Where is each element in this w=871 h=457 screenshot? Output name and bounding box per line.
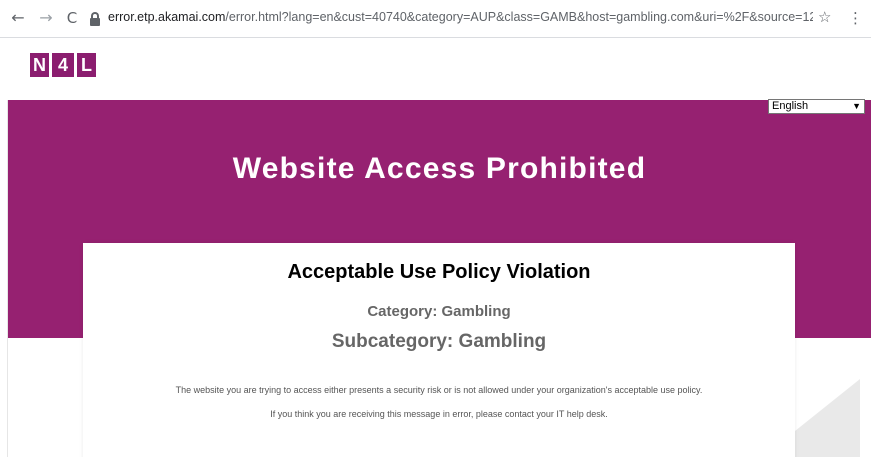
page-title: Website Access Prohibited xyxy=(232,152,647,185)
address-bar[interactable]: error.etp.akamai.com/error.html?lang=en&… xyxy=(88,5,848,33)
n4l-logo: N 4 L xyxy=(30,53,99,79)
security-risk-message: The website you are trying to access eit… xyxy=(175,385,703,395)
dropdown-arrow-icon: ▼ xyxy=(852,101,861,111)
forward-arrow-icon[interactable]: → xyxy=(36,8,56,28)
left-border xyxy=(0,100,8,457)
browser-toolbar: ← → C error.etp.akamai.com/error.html?la… xyxy=(0,0,871,38)
language-select[interactable]: English ▼ xyxy=(768,99,865,114)
language-selected-value: English xyxy=(772,100,809,112)
kebab-menu-icon[interactable]: ⋮ xyxy=(848,8,863,28)
url-host: error.etp.akamai.com xyxy=(108,10,226,24)
error-page: N 4 L English ▼ Website Access Prohibite… xyxy=(0,39,871,457)
url-text[interactable]: error.etp.akamai.com/error.html?lang=en&… xyxy=(108,10,813,24)
back-arrow-icon[interactable]: ← xyxy=(8,8,28,28)
logo-letter-n: N xyxy=(30,53,49,77)
url-path: /error.html?lang=en&cust=40740&category=… xyxy=(225,10,813,24)
bookmark-star-icon[interactable]: ☆ xyxy=(818,8,831,26)
help-desk-message: If you think you are receiving this mess… xyxy=(270,409,608,419)
reload-icon[interactable]: C xyxy=(62,8,82,28)
category-label: Category: Gambling xyxy=(367,303,511,320)
lock-icon[interactable] xyxy=(88,11,102,27)
page-header: N 4 L xyxy=(0,39,871,101)
logo-letter-4: 4 xyxy=(52,53,74,77)
logo-letter-l: L xyxy=(77,53,96,77)
subcategory-label: Subcategory: Gambling xyxy=(331,331,547,352)
violation-card: Acceptable Use Policy Violation Category… xyxy=(83,243,795,457)
violation-title: Acceptable Use Policy Violation xyxy=(287,261,591,283)
